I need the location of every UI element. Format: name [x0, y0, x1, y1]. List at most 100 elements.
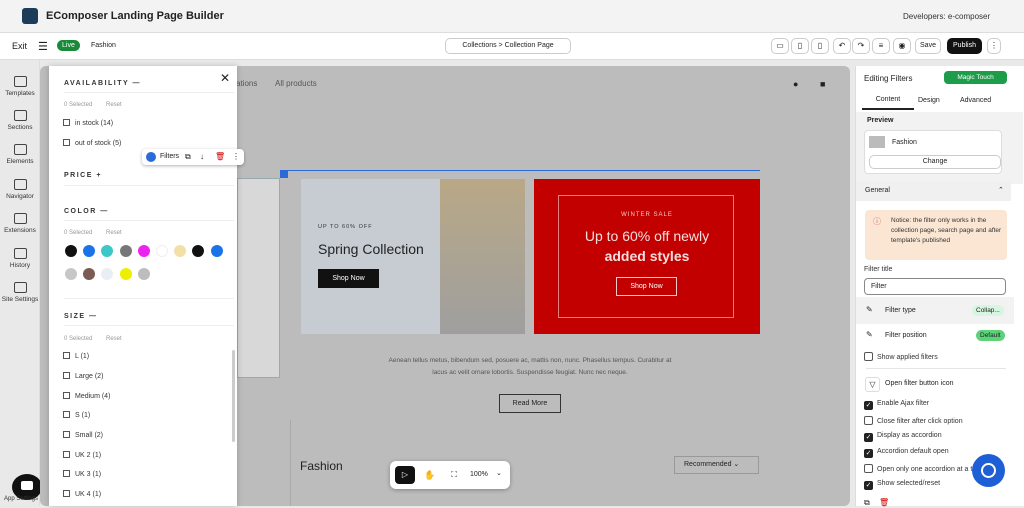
change-button[interactable]: Change — [869, 155, 1001, 169]
zoom-level[interactable]: 100% — [470, 471, 488, 478]
toggle-row[interactable]: Close filter after click option — [864, 416, 963, 425]
checkbox-icon: ✓ — [864, 401, 873, 410]
size-title[interactable]: SIZE — — [64, 313, 98, 320]
availability-reset[interactable]: Reset — [106, 102, 122, 108]
developers-link[interactable]: Developers: e-composer — [903, 12, 990, 21]
filter-funnel-icon[interactable]: ▽ — [865, 377, 880, 392]
nav-history[interactable]: History — [0, 248, 40, 269]
banner2-cta[interactable]: Shop Now — [616, 277, 677, 296]
checkbox-icon — [63, 451, 70, 458]
checkbox-icon — [63, 470, 70, 477]
hand-tool-icon[interactable]: ✋ — [420, 466, 440, 484]
toggle-row[interactable]: ✓ Display as accordion — [864, 432, 942, 442]
nav-extensions[interactable]: Extensions — [0, 213, 40, 234]
description-line1: Aenean tellus metus, bibendum sed, posue… — [388, 357, 672, 364]
nav-collections-link[interactable]: ations — [236, 79, 257, 88]
more-icon[interactable]: ⋮ — [232, 152, 240, 161]
nav-label: Templates — [5, 90, 35, 97]
close-icon[interactable]: ✕ — [220, 71, 230, 85]
magic-touch-button[interactable]: Magic Touch — [944, 71, 1007, 84]
size-option[interactable]: UK 4 (1) — [63, 490, 101, 498]
filter-type-badge[interactable]: Collap... — [972, 305, 1004, 316]
filter-title-input[interactable]: Filter — [864, 278, 1006, 295]
duplicate-icon[interactable]: ⧉ — [185, 152, 191, 162]
price-title[interactable]: PRICE + — [64, 172, 102, 179]
toggle-row[interactable]: ✓ Show selected/reset — [864, 480, 940, 490]
size-option[interactable]: UK 3 (1) — [63, 470, 101, 478]
availability-option[interactable]: in stock (14) — [63, 119, 113, 127]
nav-label: Navigator — [6, 193, 34, 200]
sort-value: Recommended — [684, 461, 732, 468]
nav-templates[interactable]: Templates — [0, 76, 40, 97]
show-applied-toggle[interactable]: Show applied filters — [864, 352, 938, 361]
filter-position-label[interactable]: Filter position — [885, 332, 927, 339]
delete-icon[interactable]: 🗑 — [215, 152, 225, 161]
copy-icon[interactable]: ⧉ — [864, 498, 870, 508]
size-option[interactable]: L (1) — [63, 352, 89, 360]
menu-icon[interactable]: ☰ — [38, 40, 48, 53]
tab-design[interactable]: Design — [918, 97, 940, 104]
checkbox-icon — [864, 352, 873, 361]
zoom-dropdown-icon[interactable]: ⌄ — [496, 469, 502, 477]
size-reset[interactable]: Reset — [106, 336, 122, 342]
color-swatch[interactable] — [137, 245, 150, 257]
nav-all-products-link[interactable]: All products — [275, 79, 317, 88]
toggle-row[interactable]: ✓ Enable Ajax filter — [864, 400, 929, 410]
settings-sliders-icon[interactable]: ≡ — [872, 38, 890, 54]
toggle-row[interactable]: Open only one accordion at a ti — [864, 464, 974, 473]
filter-position-badge[interactable]: Default — [976, 330, 1005, 341]
nav-elements[interactable]: Elements — [0, 144, 40, 165]
color-swatch[interactable] — [119, 245, 132, 257]
size-option[interactable]: Small (2) — [63, 431, 103, 439]
toggle-label: Display as accordion — [877, 432, 942, 439]
color-swatch[interactable] — [210, 245, 223, 257]
size-option[interactable]: S (1) — [63, 411, 90, 419]
scrollbar[interactable] — [232, 350, 235, 442]
product-image-placeholder[interactable] — [237, 178, 280, 378]
size-option[interactable]: Medium (4) — [63, 392, 110, 400]
image-icon — [869, 136, 885, 148]
toggle-label: Accordion default open — [877, 448, 949, 455]
sort-select[interactable]: Recommended ⌄ — [674, 456, 759, 474]
size-option[interactable]: UK 2 (1) — [63, 451, 101, 459]
color-swatch[interactable] — [65, 245, 77, 257]
preview-eye-icon[interactable]: ◉ — [893, 38, 911, 54]
tablet-view-icon[interactable]: ▯ — [791, 38, 809, 54]
color-title[interactable]: COLOR — — [64, 208, 109, 215]
tab-advanced[interactable]: Advanced — [960, 97, 991, 104]
banner1-cta[interactable]: Shop Now — [318, 269, 379, 288]
size-option[interactable]: Large (2) — [63, 372, 103, 380]
undo-icon[interactable]: ↶ — [833, 38, 851, 54]
cart-icon[interactable]: ■ — [820, 79, 825, 89]
collection-selector[interactable]: Collections > Collection Page — [445, 38, 571, 54]
more-options-icon[interactable]: ⋮ — [987, 38, 1001, 54]
chevron-up-icon[interactable]: ⌃ — [998, 186, 1004, 194]
nav-site-settings[interactable]: Site Settings — [0, 282, 40, 303]
nav-sections[interactable]: Sections — [0, 110, 40, 131]
fit-screen-icon[interactable]: ⛶ — [444, 466, 464, 484]
read-more-button[interactable]: Read More — [499, 394, 561, 413]
redo-icon[interactable]: ↷ — [852, 38, 870, 54]
divider — [64, 220, 234, 221]
element-label[interactable]: Filters — [160, 153, 179, 160]
color-swatch[interactable] — [119, 268, 132, 280]
color-swatch[interactable] — [65, 268, 77, 280]
color-swatch[interactable] — [156, 245, 168, 257]
nav-navigator[interactable]: Navigator — [0, 179, 40, 200]
availability-option[interactable]: out of stock (5) — [63, 139, 121, 147]
exit-button[interactable]: Exit — [12, 41, 27, 51]
pointer-tool-icon[interactable]: ▷ — [395, 466, 415, 484]
toggle-row[interactable]: ✓ Accordion default open — [864, 448, 949, 458]
tab-content[interactable]: Content — [862, 92, 914, 110]
publish-button[interactable]: Publish — [947, 38, 982, 54]
selection-handle-icon[interactable] — [280, 170, 288, 178]
desktop-view-icon[interactable]: ▭ — [771, 38, 789, 54]
account-icon[interactable]: ● — [793, 79, 798, 89]
color-swatch[interactable] — [137, 268, 150, 280]
availability-title[interactable]: AVAILABILITY — — [64, 80, 141, 87]
checkbox-icon: ✓ — [864, 481, 873, 490]
move-down-icon[interactable]: ↓ — [200, 152, 204, 161]
save-button[interactable]: Save — [915, 38, 941, 54]
mobile-view-icon[interactable]: ▯ — [811, 38, 829, 54]
color-reset[interactable]: Reset — [106, 230, 122, 236]
